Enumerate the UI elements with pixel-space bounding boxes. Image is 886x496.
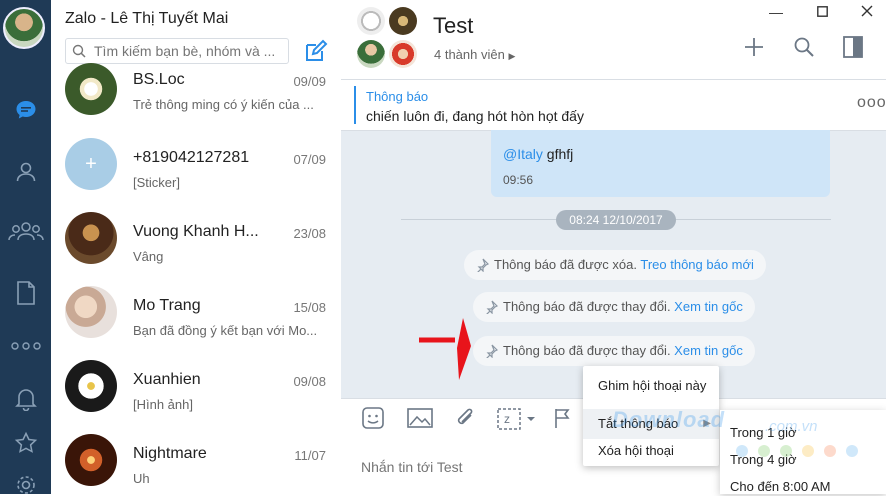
search-input[interactable]	[92, 42, 288, 60]
search-icon[interactable]	[793, 36, 815, 58]
view-original-link[interactable]: Xem tin gốc	[674, 343, 743, 358]
conversation-item[interactable]: Nightmare 11/07 Uh	[51, 434, 341, 494]
message-preview: [Sticker]	[133, 175, 180, 190]
document-icon[interactable]	[0, 279, 51, 307]
conversation-panel: Zalo - Lê Thị Tuyết Mai BS.Loc 09/09 Trẻ…	[51, 0, 342, 494]
flag-icon[interactable]	[553, 407, 571, 429]
contact-avatar	[65, 63, 117, 115]
date-separator: 08:24 12/10/2017	[556, 210, 676, 230]
system-message: Thông báo đã được thay đổi. Xem tin gốc	[473, 292, 755, 322]
system-message-text: Thông báo đã được thay đổi.	[503, 343, 675, 358]
view-original-link[interactable]: Xem tin gốc	[674, 299, 743, 314]
groups-icon[interactable]	[0, 217, 51, 245]
add-avatar-icon: +	[65, 138, 117, 190]
conversation-item[interactable]: + +819042127281 07/09 [Sticker]	[51, 138, 341, 214]
mute-until-morning-item[interactable]: Cho đến 8:00 AM	[730, 479, 830, 494]
pin-icon	[486, 300, 498, 314]
message-date: 09/08	[293, 374, 326, 389]
system-message: Thông báo đã được thay đổi. Xem tin gốc	[473, 336, 755, 366]
more-icon[interactable]	[0, 336, 51, 356]
close-button[interactable]	[861, 5, 873, 17]
message-date: 09/09	[293, 74, 326, 89]
message-date: 15/08	[293, 300, 326, 315]
watermark-logo: Download	[612, 407, 726, 432]
more-options-icon[interactable]: ooo	[857, 94, 886, 112]
watermark-domain: .com.vn	[765, 418, 818, 435]
contact-avatar	[65, 212, 117, 264]
screenshot-icon[interactable]: z	[496, 407, 538, 431]
star-icon[interactable]	[0, 430, 51, 456]
pin-conversation-item[interactable]: Ghim hội thoại này	[583, 371, 719, 401]
group-member-avatar	[357, 7, 385, 35]
conversation-item[interactable]: BS.Loc 09/09 Trẻ thông ming có ý kiến củ…	[51, 63, 341, 140]
mention-link[interactable]: @Italy	[503, 146, 543, 162]
contact-avatar	[65, 360, 117, 412]
contact-name: BS.Loc	[133, 71, 185, 88]
message-date: 23/08	[293, 226, 326, 241]
svg-text:z: z	[504, 412, 510, 426]
system-message-text: Thông báo đã được xóa.	[494, 257, 641, 272]
chat-title: Test	[433, 13, 474, 38]
conversation-item[interactable]: Mo Trang 15/08 Bạn đã đồng ý kết bạn với…	[51, 286, 341, 362]
message-preview: Vâng	[133, 249, 164, 264]
member-count[interactable]: 4 thành viên ▶	[434, 47, 515, 62]
watermark-dots	[736, 445, 858, 457]
user-avatar[interactable]	[3, 7, 45, 49]
message-date: 11/07	[294, 448, 326, 463]
chevron-right-icon: ▶	[508, 51, 516, 61]
attachment-icon[interactable]	[453, 407, 477, 431]
contact-name: Mo Trang	[133, 297, 201, 314]
pinned-heading: Thông báo	[366, 89, 429, 104]
minimize-button[interactable]: —	[769, 4, 783, 20]
message-date: 07/09	[293, 152, 326, 167]
member-count-label: 4 thành viên	[434, 47, 505, 62]
gear-icon[interactable]	[0, 474, 51, 496]
sticker-icon[interactable]	[361, 407, 385, 429]
message-time: 09:56	[503, 173, 534, 187]
delete-conversation-item[interactable]: Xóa hội thoại	[583, 436, 719, 466]
message-bubble[interactable]: @Italy gfhfj 09:56	[491, 130, 830, 197]
app-title: Zalo - Lê Thị Tuyết Mai	[65, 10, 229, 27]
group-member-avatar	[357, 40, 385, 68]
contact-avatar	[65, 434, 117, 486]
messages-icon[interactable]	[0, 96, 51, 124]
contact-name: +819042127281	[133, 149, 250, 166]
new-notice-link[interactable]: Treo thông báo mới	[640, 257, 754, 272]
search-box[interactable]	[65, 38, 289, 64]
pin-icon	[486, 344, 498, 358]
add-member-icon[interactable]	[743, 36, 765, 58]
maximize-button[interactable]	[817, 6, 828, 17]
pinned-text: chiến luôn đi, đang hót hòn họt đấy	[366, 108, 584, 124]
contact-name: Vuong Khanh H...	[133, 223, 259, 240]
contacts-icon[interactable]	[0, 158, 51, 186]
message-preview: [Hình ảnh]	[133, 397, 193, 412]
bell-icon[interactable]	[0, 386, 51, 412]
search-icon	[72, 44, 86, 58]
message-body: gfhfj	[542, 146, 574, 162]
message-preview: Bạn đã đồng ý kết bạn với Mo...	[133, 323, 318, 338]
image-icon[interactable]	[407, 407, 433, 429]
conversation-item[interactable]: Vuong Khanh H... 23/08 Vâng	[51, 212, 341, 288]
group-member-avatar	[389, 40, 417, 68]
conversation-item[interactable]: Xuanhien 09/08 [Hình ảnh]	[51, 360, 341, 436]
pinned-notice[interactable]: Thông báo chiến luôn đi, đang hót hòn họ…	[341, 80, 886, 131]
pinned-accent	[354, 86, 356, 124]
contact-avatar	[65, 286, 117, 338]
message-text: @Italy gfhfj	[503, 146, 573, 162]
message-preview: Trẻ thông ming có ý kiến của ...	[133, 97, 314, 112]
system-message: Thông báo đã được xóa. Treo thông báo mớ…	[464, 250, 766, 280]
pin-icon	[477, 258, 489, 272]
compose-icon[interactable]	[304, 39, 328, 63]
sidebar-toggle-icon[interactable]	[843, 36, 863, 58]
group-member-avatar	[389, 7, 417, 35]
chat-header: Test 4 thành viên ▶ —	[341, 0, 886, 80]
nav-rail	[0, 0, 51, 494]
contact-name: Xuanhien	[133, 371, 201, 388]
system-message-text: Thông báo đã được thay đổi.	[503, 299, 675, 314]
contact-name: Nightmare	[133, 445, 207, 462]
red-arrow-annotation	[419, 318, 471, 380]
message-preview: Uh	[133, 471, 150, 486]
